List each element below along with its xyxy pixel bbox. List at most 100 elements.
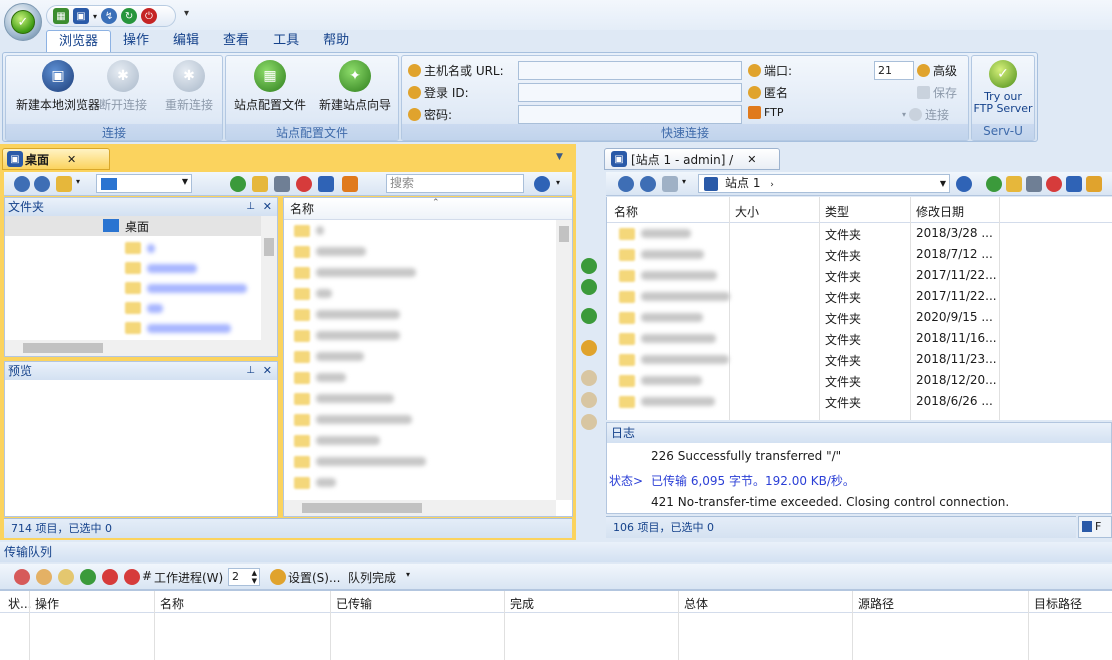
refresh-icon[interactable] xyxy=(230,176,246,192)
protocol-select[interactable]: FTP xyxy=(748,106,784,119)
dropdown-arrow-icon[interactable]: ▾ xyxy=(406,570,410,579)
settings-button[interactable]: 设置(S)... xyxy=(288,569,340,586)
new-folder-icon[interactable] xyxy=(252,176,268,192)
tab-site-1[interactable]: ▣ [站点 1 - admin] / ✕ xyxy=(604,148,780,170)
close-icon[interactable]: ✕ xyxy=(263,198,272,216)
settings-icon[interactable] xyxy=(270,569,286,585)
forward-icon[interactable] xyxy=(34,176,50,192)
up-folder-icon[interactable] xyxy=(56,176,72,192)
left-path-select[interactable]: ▼ xyxy=(96,174,192,193)
column-header-size[interactable]: 大小 xyxy=(735,203,759,220)
search-input[interactable]: 搜索 xyxy=(386,174,524,193)
queue-header-status[interactable]: 状... xyxy=(8,595,31,612)
column-header-type[interactable]: 类型 xyxy=(825,203,849,220)
column-header-name[interactable]: 名称 ⌃ xyxy=(284,198,572,220)
tree-vertical-scrollbar[interactable] xyxy=(261,216,277,340)
reconnect-button[interactable]: ✱ 重新连接 xyxy=(154,60,224,113)
close-tab-icon[interactable]: ✕ xyxy=(747,153,756,166)
spin-icon[interactable]: ▲ ▼ xyxy=(252,569,257,585)
table-row[interactable]: 文件夹 2017/11/22... xyxy=(607,286,1112,307)
anonymous-checkbox[interactable]: 匿名 xyxy=(748,84,788,101)
list-horizontal-scrollbar[interactable] xyxy=(284,500,556,516)
remove-icon[interactable] xyxy=(102,569,118,585)
table-row[interactable]: 文件夹 2018/7/12 ... xyxy=(607,244,1112,265)
new-folder-icon[interactable] xyxy=(1006,176,1022,192)
view-icon[interactable] xyxy=(342,176,358,192)
stop-icon[interactable] xyxy=(14,569,30,585)
refresh-icon[interactable] xyxy=(956,176,972,192)
tree-node-desktop[interactable]: 桌面 xyxy=(5,216,277,236)
save-button[interactable]: 保存 xyxy=(917,84,957,101)
dropdown-arrow-icon[interactable]: ▾ xyxy=(93,12,97,21)
pane-menu-icon[interactable]: ▼ xyxy=(556,152,563,162)
table-row[interactable]: 文件夹 2018/3/28 ... xyxy=(607,223,1112,244)
close-tab-icon[interactable]: ✕ xyxy=(67,153,76,166)
pin-icon[interactable]: ⊥ xyxy=(246,198,255,216)
table-row[interactable]: 文件夹 2020/9/15 ... xyxy=(607,307,1112,328)
host-input[interactable] xyxy=(518,61,742,80)
filter-icon[interactable] xyxy=(581,392,597,408)
login-input[interactable] xyxy=(518,83,742,102)
dropdown-arrow-icon[interactable]: ▾ xyxy=(556,178,560,187)
queue-header-transferred[interactable]: 已传输 xyxy=(336,595,372,612)
port-input[interactable]: 21 xyxy=(874,61,914,80)
remove-all-icon[interactable] xyxy=(124,569,140,585)
workers-stepper[interactable]: 2 ▲ ▼ xyxy=(228,568,260,586)
close-icon[interactable]: ✕ xyxy=(263,362,272,380)
reload-icon[interactable] xyxy=(986,176,1002,192)
queue-done-menu[interactable]: 队列完成 xyxy=(348,569,396,586)
tab-edit[interactable]: 编辑 xyxy=(161,30,211,52)
download-left-icon[interactable] xyxy=(581,279,597,295)
compare-icon[interactable] xyxy=(581,370,597,386)
dropdown-arrow-icon[interactable]: ▾ xyxy=(76,177,80,186)
tree-horizontal-scrollbar[interactable] xyxy=(5,340,277,356)
queue-header-target[interactable]: 目标路径 xyxy=(1034,595,1082,612)
queue-header-name[interactable]: 名称 xyxy=(160,595,184,612)
rename-icon[interactable] xyxy=(274,176,290,192)
try-servu-button[interactable]: ✓ Try our FTP Server xyxy=(972,60,1034,115)
forward-icon[interactable] xyxy=(640,176,656,192)
customize-qat-icon[interactable]: ▾ xyxy=(184,8,189,19)
properties-icon[interactable] xyxy=(1066,176,1082,192)
properties-icon[interactable] xyxy=(318,176,334,192)
connect-button[interactable]: ▾ 连接 xyxy=(902,106,949,123)
advanced-button[interactable]: 高级 xyxy=(917,62,957,79)
column-header-date[interactable]: 修改日期 xyxy=(916,203,964,220)
pause-icon[interactable] xyxy=(58,569,74,585)
new-browser-icon[interactable]: ▣ xyxy=(73,8,89,24)
rename-icon[interactable] xyxy=(1026,176,1042,192)
pin-icon[interactable]: ⊥ xyxy=(246,362,255,380)
table-row[interactable]: 文件夹 2018/11/16... xyxy=(607,328,1112,349)
back-icon[interactable] xyxy=(618,176,634,192)
sync-icon[interactable] xyxy=(581,308,597,324)
tab-operations[interactable]: 操作 xyxy=(111,30,161,52)
table-row[interactable]: 文件夹 2018/11/23... xyxy=(607,349,1112,370)
remote-path-select[interactable]: 站点 1 › ▼ xyxy=(698,174,950,193)
table-row[interactable]: 文件夹 2018/6/26 ... xyxy=(607,391,1112,412)
dropdown-arrow-icon[interactable]: ▾ xyxy=(682,177,686,186)
site-profile-button[interactable]: ▦ 站点配置文件 xyxy=(228,60,312,113)
password-input[interactable] xyxy=(518,105,742,124)
view-icon[interactable] xyxy=(1086,176,1102,192)
queue-header-complete[interactable]: 完成 xyxy=(510,595,534,612)
up-folder-icon[interactable] xyxy=(662,176,678,192)
queue-header-source[interactable]: 源路径 xyxy=(858,595,894,612)
delete-icon[interactable] xyxy=(296,176,312,192)
site-profile-icon[interactable]: ▦ xyxy=(53,8,69,24)
table-row[interactable]: 文件夹 2017/11/22... xyxy=(607,265,1112,286)
queue-icon[interactable] xyxy=(581,340,597,356)
back-icon[interactable] xyxy=(14,176,30,192)
power-icon[interactable]: ⏻ xyxy=(141,8,158,24)
column-header-name[interactable]: 名称 xyxy=(614,203,638,220)
tab-desktop[interactable]: ▣ 桌面 ✕ xyxy=(2,148,110,170)
play-icon[interactable] xyxy=(80,569,96,585)
new-site-wizard-button[interactable]: ✦ 新建站点向导 xyxy=(312,60,398,113)
tab-tools[interactable]: 工具 xyxy=(261,30,311,52)
queue-header-total[interactable]: 总体 xyxy=(684,595,708,612)
settings-icon[interactable] xyxy=(581,414,597,430)
skip-icon[interactable] xyxy=(36,569,52,585)
table-row[interactable]: 文件夹 2018/12/20... xyxy=(607,370,1112,391)
tab-view[interactable]: 查看 xyxy=(211,30,261,52)
tab-browser[interactable]: 浏览器 xyxy=(46,30,112,52)
app-menu-button[interactable]: ✓ xyxy=(4,3,42,41)
